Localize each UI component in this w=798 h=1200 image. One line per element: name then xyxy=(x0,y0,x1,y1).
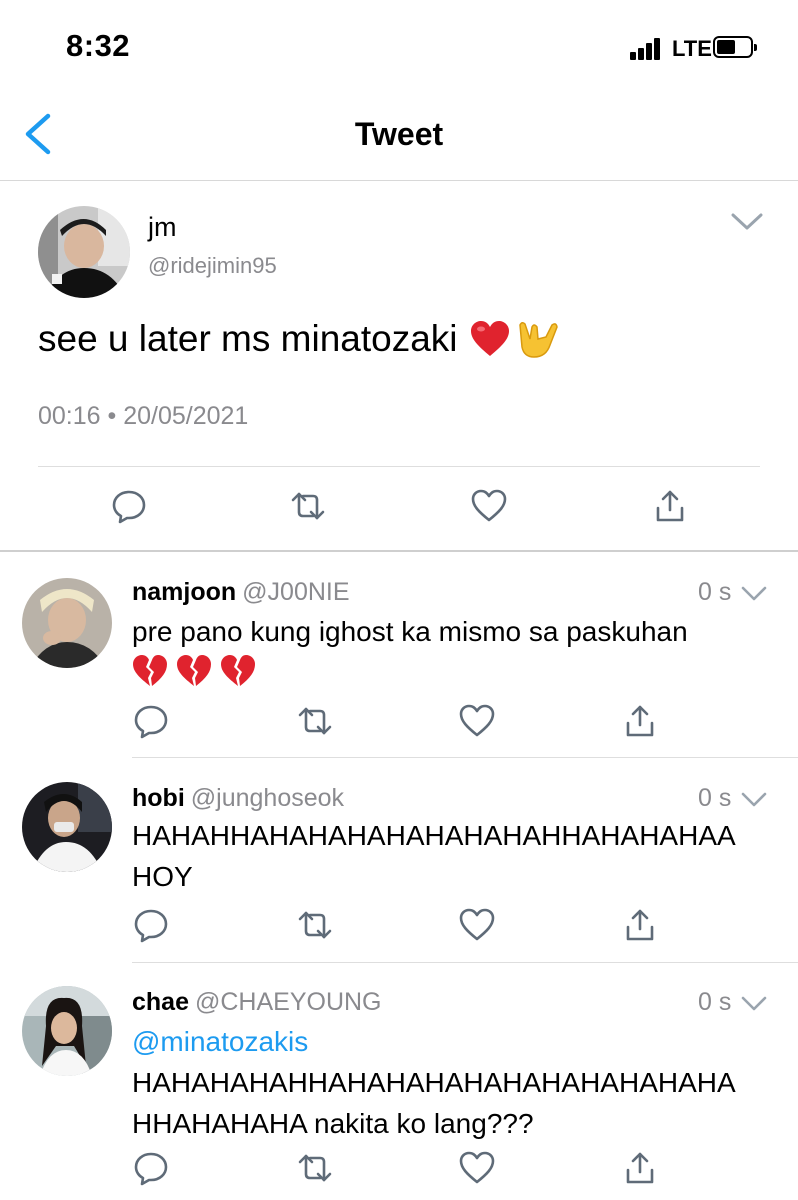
mention-link[interactable]: @minatozakis xyxy=(132,1021,762,1062)
reply-actions xyxy=(0,907,798,947)
tweet-timestamp: 00:16 • 20/05/2021 xyxy=(38,402,249,430)
avatar[interactable] xyxy=(38,206,130,298)
reply-header: chae @CHAEYOUNG xyxy=(132,988,382,1017)
share-icon[interactable] xyxy=(622,703,658,739)
broken-heart-emoji xyxy=(221,655,255,686)
author-handle[interactable]: @ridejimin95 xyxy=(148,253,277,279)
reply-text: pre pano kung ighost ka mismo sa paskuha… xyxy=(132,611,772,688)
share-icon[interactable] xyxy=(622,1150,658,1186)
avatar[interactable] xyxy=(22,782,112,872)
reply-icon[interactable] xyxy=(133,907,169,943)
reply-text-content: pre pano kung ighost ka mismo sa paskuha… xyxy=(132,616,688,647)
retweet-icon[interactable] xyxy=(290,488,326,524)
avatar[interactable] xyxy=(22,986,112,1076)
like-heart-icon[interactable] xyxy=(471,488,507,524)
reply-actions xyxy=(0,703,798,743)
relative-time: 0 s xyxy=(698,784,732,812)
divider xyxy=(132,757,798,758)
reply-icon[interactable] xyxy=(111,488,147,524)
relative-time: 0 s xyxy=(698,578,732,606)
author-name[interactable]: namjoon xyxy=(132,578,236,606)
reply-header: hobi @junghoseok xyxy=(132,784,344,813)
status-bar: 8:32 LTE xyxy=(0,0,798,96)
author-name[interactable]: jm xyxy=(148,212,177,243)
tweet-actions xyxy=(0,488,798,528)
retweet-icon[interactable] xyxy=(297,1150,333,1186)
nav-bar: Tweet xyxy=(0,96,798,181)
reply-text-content: HAHAHAHAHHAHAHAHAHAHAHAHAHAHAHA HHAHAHAH… xyxy=(132,1067,735,1139)
author-handle[interactable]: @J00NIE xyxy=(242,578,349,606)
retweet-icon[interactable] xyxy=(297,907,333,943)
like-heart-icon[interactable] xyxy=(459,703,495,739)
reply-text: @minatozakis HAHAHAHAHHAHAHAHAHAHAHAHAHA… xyxy=(132,1021,762,1144)
network-type: LTE xyxy=(672,36,712,61)
status-time: 8:32 xyxy=(66,28,131,63)
tweet-text-content: see u later ms minatozaki xyxy=(38,318,458,359)
share-icon[interactable] xyxy=(652,488,688,524)
chevron-down-icon[interactable] xyxy=(740,584,768,604)
battery-icon xyxy=(713,36,757,58)
signal-icon xyxy=(630,38,660,60)
reply-icon[interactable] xyxy=(133,703,169,739)
section-divider xyxy=(0,550,798,552)
heart-emoji xyxy=(470,321,509,356)
reply-icon[interactable] xyxy=(133,1150,169,1186)
avatar[interactable] xyxy=(22,578,112,668)
chevron-down-icon[interactable] xyxy=(740,994,768,1014)
share-icon[interactable] xyxy=(622,907,658,943)
author-handle[interactable]: @junghoseok xyxy=(191,784,344,812)
like-heart-icon[interactable] xyxy=(459,907,495,943)
reply-text: HAHAHHAHAHAHAHAHAHAHAHHAHAHAHAA HOY xyxy=(132,820,735,892)
tweet-text: see u later ms minatozaki xyxy=(38,318,560,360)
love-you-gesture-emoji xyxy=(518,321,558,358)
author-name[interactable]: hobi xyxy=(132,784,185,812)
page-title: Tweet xyxy=(354,116,444,152)
chevron-down-icon[interactable] xyxy=(730,210,764,234)
emoji-row xyxy=(132,654,772,688)
broken-heart-emoji xyxy=(177,655,211,686)
broken-heart-emoji xyxy=(133,655,167,686)
retweet-icon[interactable] xyxy=(297,703,333,739)
like-heart-icon[interactable] xyxy=(459,1150,495,1186)
divider xyxy=(132,962,798,963)
author-handle[interactable]: @CHAEYOUNG xyxy=(195,988,382,1016)
reply-actions xyxy=(0,1150,798,1190)
author-name[interactable]: chae xyxy=(132,988,189,1016)
reply-header: namjoon @J00NIE xyxy=(132,578,350,607)
relative-time: 0 s xyxy=(698,988,732,1016)
divider xyxy=(38,466,760,467)
chevron-down-icon[interactable] xyxy=(740,790,768,810)
